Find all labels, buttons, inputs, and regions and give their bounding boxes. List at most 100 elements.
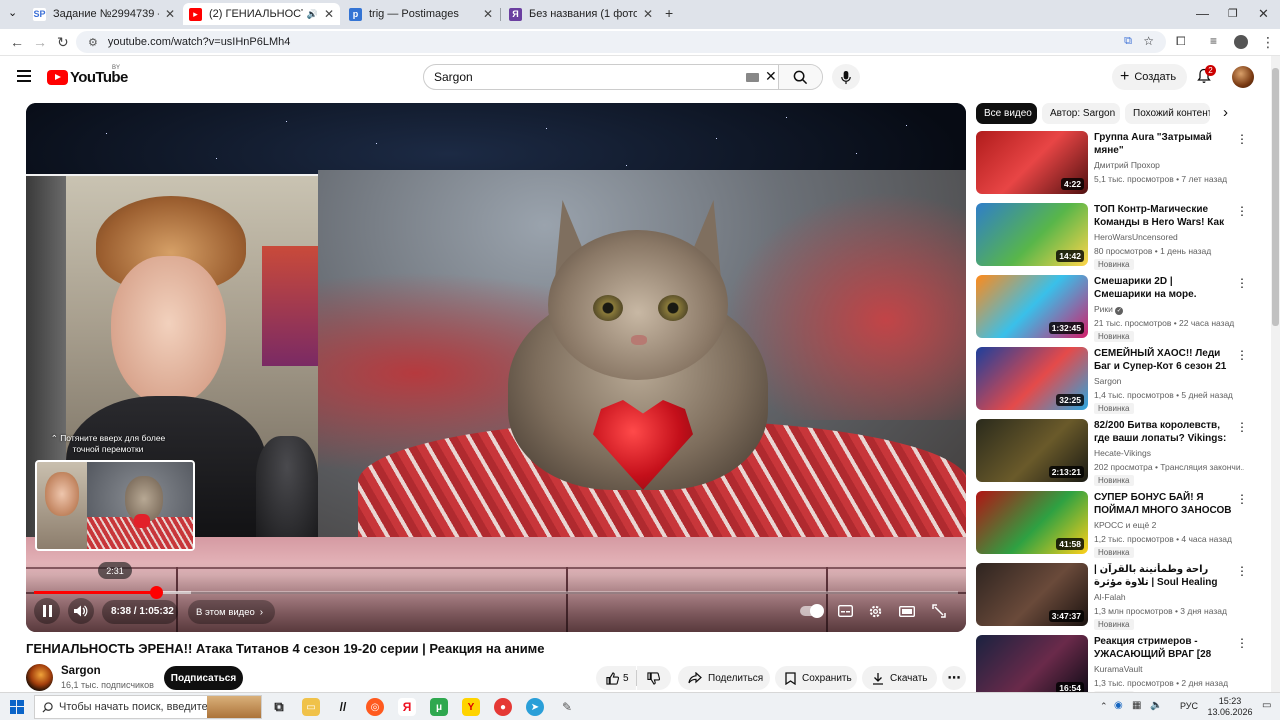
extensions-icon[interactable]: ⧠ [1176, 34, 1186, 49]
fullscreen-button[interactable] [926, 598, 952, 624]
recommendation-item[interactable]: 4:22 Группа Aura "Затрымай мяне" (Е.Олейн… [976, 131, 1266, 197]
recommendation-title[interactable]: Смешарики 2D | Смешарики на море. Лучшие… [1094, 275, 1232, 301]
chip-author[interactable]: Автор: Sargon [1042, 103, 1120, 124]
recommendation-item[interactable]: 32:25 СЕМЕЙНЫЙ ХАОС!! Леди Баг и Супер-Ко… [976, 347, 1266, 414]
notifications-button[interactable]: 2 [1197, 65, 1216, 89]
recommendation-item[interactable]: 2:13:21 82/200 Битва королевств, где ваши… [976, 419, 1266, 486]
input-language[interactable]: РУС [1180, 701, 1198, 711]
address-bar[interactable]: ⚙ youtube.com/watch?v=usIHnP6LMh4 ⧉ ☆ [76, 31, 1166, 53]
more-vertical-icon[interactable]: ⋮ [1236, 637, 1248, 649]
progress-bar[interactable] [34, 586, 958, 599]
more-vertical-icon[interactable]: ⋮ [1236, 493, 1248, 505]
video-thumbnail[interactable]: 14:42 [976, 203, 1088, 266]
search-button[interactable] [778, 65, 822, 89]
tray-chevron-icon[interactable]: ⌃ [1100, 701, 1108, 712]
recommendation-item[interactable]: 1:32:45 Смешарики 2D | Смешарики на море.… [976, 275, 1266, 342]
speaker-icon[interactable]: 🔈 [1150, 700, 1162, 711]
subscribe-button[interactable]: Подписаться [164, 666, 243, 690]
close-icon[interactable]: ✕ [324, 7, 334, 21]
restore-icon[interactable]: ❐ [1228, 7, 1238, 20]
recommendation-channel[interactable]: KuramaVault [1094, 664, 1143, 674]
chapters-button[interactable]: В этом видео › [188, 600, 276, 624]
minimize-icon[interactable]: — [1196, 6, 1209, 21]
theater-mode-button[interactable] [894, 598, 920, 624]
browser-tab-photo[interactable]: Я Без названия (1 фото) от Ано ✕ [503, 3, 659, 25]
close-icon[interactable]: ✕ [165, 7, 175, 21]
recommendation-item[interactable]: 14:42 ТОП Контр-Магические Команды в Hero… [976, 203, 1266, 270]
more-vertical-icon[interactable]: ⋮ [1236, 565, 1248, 577]
volume-button[interactable] [68, 598, 94, 624]
recommendation-channel[interactable]: Al-Falah [1094, 592, 1126, 602]
browser-tab-task[interactable]: SP Задание №2994739 - просмот ✕ [27, 3, 181, 25]
yandex-icon[interactable]: Я [398, 698, 416, 716]
keyboard-icon[interactable] [746, 73, 759, 82]
menu-kebab-icon[interactable]: ⋮ [1261, 34, 1275, 51]
recommendation-channel[interactable]: Дмитрий Прохор [1094, 160, 1160, 170]
recommendation-title[interactable]: ТОП Контр-Магические Команды в Hero Wars… [1094, 203, 1232, 229]
video-player[interactable]: ⌃ Потяните вверх для более точной перемо… [26, 103, 966, 632]
chrome-icon[interactable]: ● [494, 698, 512, 716]
forward-icon[interactable]: → [33, 34, 47, 50]
settings-button[interactable] [862, 598, 888, 624]
windows-start-icon[interactable] [10, 700, 24, 714]
more-vertical-icon[interactable]: ⋮ [1236, 421, 1248, 433]
more-vertical-icon[interactable]: ⋮ [1236, 133, 1248, 145]
paint-icon[interactable]: ✎ [558, 698, 576, 716]
browser-tab-youtube[interactable]: ▸ (2) ГЕНИАЛЬНОСТЬ ЭРЕНА 🔊 ✕ [183, 3, 340, 25]
recommendation-title[interactable]: СУПЕР БОНУС БАЙ! Я ПОЙМАЛ МНОГО ЗАНОСОВ … [1094, 491, 1232, 517]
recommendation-channel[interactable]: КРОСС и ещё 2 [1094, 520, 1156, 530]
dislike-button[interactable] [637, 666, 671, 690]
network-icon[interactable]: ▦ [1132, 700, 1141, 711]
tab-search-chevron-icon[interactable]: ⌄ [8, 6, 17, 19]
save-button[interactable]: Сохранить [775, 666, 857, 690]
browser-tab-postimages[interactable]: p trig — Postimages ✕ [343, 3, 499, 25]
video-thumbnail[interactable]: 4:22 [976, 131, 1088, 194]
yandex-browser-icon[interactable]: Y [462, 698, 480, 716]
download-button[interactable]: Скачать [862, 666, 937, 690]
recommendation-item[interactable]: 3:47:37 راحة وطمأنينة بالقرآن | تلاوة مؤث… [976, 563, 1266, 630]
back-icon[interactable]: ← [10, 34, 24, 50]
video-thumbnail[interactable]: 16:54 [976, 635, 1088, 698]
channel-avatar[interactable] [26, 664, 53, 691]
close-icon[interactable]: ✕ [643, 7, 653, 21]
notification-center-icon[interactable]: ▭ [1262, 700, 1271, 711]
pause-button[interactable] [34, 598, 60, 624]
guide-menu-icon[interactable] [17, 70, 31, 82]
speaker-icon[interactable]: 🔊 [307, 9, 318, 20]
app-slash-icon[interactable]: // [334, 698, 352, 716]
youtube-logo[interactable]: YouTube BY [47, 65, 128, 86]
like-button[interactable]: 5 [596, 666, 636, 690]
chip-all-videos[interactable]: Все видео [976, 103, 1037, 124]
bookmark-star-icon[interactable]: ☆ [1143, 34, 1154, 48]
recommendation-title[interactable]: СЕМЕЙНЫЙ ХАОС!! Леди Баг и Супер-Кот 6 с… [1094, 347, 1232, 373]
reading-list-icon[interactable]: ≡ [1210, 34, 1217, 48]
site-info-icon[interactable]: ⚙ [88, 36, 98, 49]
video-thumbnail[interactable]: 32:25 [976, 347, 1088, 410]
scrubber-handle[interactable] [149, 586, 163, 599]
cast-icon[interactable]: ⧉ [1124, 35, 1132, 48]
recommendation-channel[interactable]: HeroWarsUncensored [1094, 232, 1178, 242]
profile-icon[interactable] [1234, 35, 1248, 49]
task-view-icon[interactable]: ⧉ [270, 698, 288, 716]
video-thumbnail[interactable]: 41:58 [976, 491, 1088, 554]
recommendation-channel[interactable]: Рики ✓ [1094, 304, 1124, 315]
clear-search-icon[interactable]: ✕ [765, 68, 777, 85]
voice-search-button[interactable] [832, 64, 860, 90]
browser-icon[interactable]: ◎ [366, 698, 384, 716]
close-icon[interactable]: ✕ [483, 7, 493, 21]
chip-scroll-right-icon[interactable]: › [1223, 104, 1228, 121]
account-avatar[interactable] [1232, 66, 1254, 88]
video-thumbnail[interactable]: 3:47:37 [976, 563, 1088, 626]
video-thumbnail[interactable]: 1:32:45 [976, 275, 1088, 338]
subtitles-button[interactable] [832, 598, 858, 624]
more-vertical-icon[interactable]: ⋮ [1236, 349, 1248, 361]
recommendation-channel[interactable]: Hecate-Vikings [1094, 448, 1151, 458]
torrent-icon[interactable]: μ [430, 698, 448, 716]
taskbar-search-input[interactable]: Чтобы начать поиск, введите [34, 695, 262, 719]
telegram-icon[interactable]: ➤ [526, 698, 544, 716]
video-thumbnail[interactable]: 2:13:21 [976, 419, 1088, 482]
search-input[interactable] [434, 70, 734, 84]
recommendation-title[interactable]: 82/200 Битва королевств, где ваши лопаты… [1094, 419, 1232, 445]
recommendation-title[interactable]: Группа Aura "Затрымай мяне" (Е.Олейник,Ю… [1094, 131, 1232, 157]
more-vertical-icon[interactable]: ⋮ [1236, 277, 1248, 289]
